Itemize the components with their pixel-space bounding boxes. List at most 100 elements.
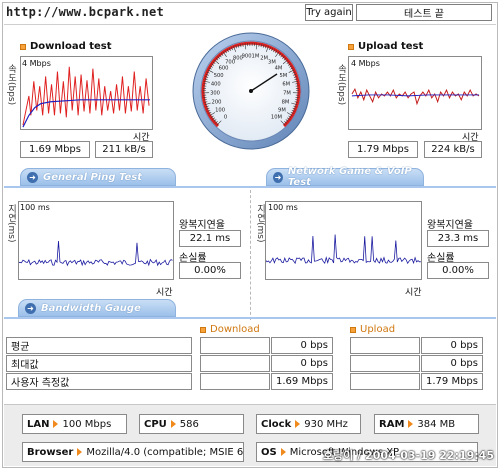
section-divider xyxy=(4,317,496,319)
site-url: http://www.bcpark.net xyxy=(6,5,165,19)
cpu-info: CPU 586 xyxy=(139,414,244,434)
ping-game-scale-label: 100 ms xyxy=(268,203,298,212)
gauge-scale-label: 9M xyxy=(278,107,286,113)
lan-value: 100 Mbps xyxy=(62,418,112,430)
cpu-label: CPU xyxy=(144,418,167,430)
ping-general-time-label: 시간 xyxy=(156,288,173,298)
download-title: Download test xyxy=(20,41,112,52)
arrow-right-icon: ➜ xyxy=(27,171,38,183)
browser-info: Browser Mozilla/4.0 (compatible; MSIE 6.0 xyxy=(22,442,244,462)
gauge-scale-label: 500 xyxy=(214,73,224,79)
table-row-download: 0 bps xyxy=(271,355,333,372)
upload-scale-label: 4 Mbps xyxy=(351,59,380,68)
download-y-axis-label: 속도(bps) xyxy=(6,64,16,106)
gauge-scale-label: 400 xyxy=(211,82,221,88)
ping-general-graph xyxy=(18,201,174,280)
gauge-scale-label: 5M xyxy=(279,73,287,79)
triangle-right-icon xyxy=(295,420,301,428)
download-title-text: Download test xyxy=(30,41,112,52)
end-test-button[interactable]: 테스트 끝 xyxy=(356,4,492,21)
table-spacer xyxy=(350,355,420,372)
triangle-right-icon xyxy=(77,448,83,456)
table-spacer xyxy=(200,337,270,354)
upload-speed-value: 1.79 Mbps xyxy=(348,141,418,158)
arrow-right-icon: ➜ xyxy=(25,302,36,314)
browser-label: Browser xyxy=(27,446,74,458)
cpu-value: 586 xyxy=(179,418,199,430)
ping-general-scale-label: 100 ms xyxy=(20,203,50,212)
tab-bandwidth-gauge-label: Bandwidth Gauge xyxy=(41,302,141,314)
gauge-scale-label: 900 xyxy=(242,53,252,59)
upload-header-bullet-icon xyxy=(350,326,356,333)
ping-game-loss-value: 0.00% xyxy=(427,262,489,279)
table-row-upload: 0 bps xyxy=(421,337,483,354)
upload-bullet-icon xyxy=(348,43,354,50)
download-speed-value: 1.69 Mbps xyxy=(20,141,90,158)
section-divider xyxy=(4,186,496,188)
ping-general-delay-value: 22.1 ms xyxy=(179,230,241,247)
upload-column-header-text: Upload xyxy=(360,324,396,335)
gauge-scale-label: 300 xyxy=(210,90,220,96)
table-spacer xyxy=(350,373,420,390)
upload-title-text: Upload test xyxy=(358,41,424,52)
header-divider xyxy=(4,24,496,25)
clock-info: Clock 930 MHz xyxy=(256,414,361,434)
table-row-label: 최대값 xyxy=(6,355,192,372)
ping-general-loss-value: 0.00% xyxy=(179,262,241,279)
table-spacer xyxy=(350,337,420,354)
table-row-upload: 0 bps xyxy=(421,355,483,372)
download-column-header: Download xyxy=(200,324,260,335)
ping-game-delay-value: 23.3 ms xyxy=(427,230,489,247)
speed-gauge: 0 100 200 300 400 500 600 700 800 900 1M 2M 3M 4M 5M 6M… xyxy=(191,31,311,151)
browser-value: Mozilla/4.0 (compatible; MSIE 6.0 xyxy=(86,446,244,458)
tab-bandwidth-gauge[interactable]: ➜ Bandwidth Gauge xyxy=(18,299,176,317)
gauge-scale-label: 200 xyxy=(212,99,222,105)
ping-general-delay-label: 왕복지연율 xyxy=(179,220,225,231)
upload-title: Upload test xyxy=(348,41,423,52)
gauge-scale-label: 100 xyxy=(215,107,225,113)
table-row-label: 평균 xyxy=(6,337,192,354)
ram-label: RAM xyxy=(379,418,405,430)
triangle-right-icon xyxy=(170,420,176,428)
ram-value: 384 MB xyxy=(417,418,456,430)
upload-column-header: Upload xyxy=(350,324,395,335)
ram-info: RAM 384 MB xyxy=(374,414,479,434)
table-spacer xyxy=(200,373,270,390)
download-header-bullet-icon xyxy=(200,326,206,333)
download-rate-value: 211 kB/s xyxy=(95,141,153,158)
table-spacer xyxy=(200,355,270,372)
ping-game-graph xyxy=(265,201,422,280)
download-scale-label: 4 Mbps xyxy=(22,59,51,68)
download-column-header-text: Download xyxy=(210,324,260,335)
tab-general-ping[interactable]: ➜ General Ping Test xyxy=(20,168,176,186)
tab-network-game-label: Network Game & VoIP Test xyxy=(287,166,412,188)
lan-label: LAN xyxy=(27,418,50,430)
table-row-label: 사용자 측정값 xyxy=(6,373,192,390)
gauge-scale-label: 7M xyxy=(283,90,291,96)
watermark: 호랑이 / 2004-03-19 22:19:45 xyxy=(323,449,494,462)
clock-value: 930 MHz xyxy=(304,418,348,430)
download-bullet-icon xyxy=(20,43,26,50)
tab-general-ping-label: General Ping Test xyxy=(43,171,143,183)
triangle-right-icon xyxy=(408,420,414,428)
triangle-right-icon xyxy=(280,448,286,456)
gauge-scale-label: 2M xyxy=(260,55,268,61)
tab-network-game[interactable]: ➜ Network Game & VoIP Test xyxy=(266,166,424,188)
gauge-scale-label: 0 xyxy=(224,114,227,120)
clock-label: Clock xyxy=(261,418,292,430)
upload-y-axis-label: 속도(bps) xyxy=(336,64,346,106)
gauge-scale-label: 8M xyxy=(282,99,290,105)
vertical-divider xyxy=(250,190,251,320)
gauge-scale-label: 4M xyxy=(275,66,283,72)
triangle-right-icon xyxy=(53,420,59,428)
table-row-upload: 1.79 Mbps xyxy=(421,373,483,390)
table-row-download: 0 bps xyxy=(271,337,333,354)
lan-info: LAN 100 Mbps xyxy=(22,414,127,434)
try-again-button[interactable]: Try again xyxy=(305,4,353,21)
ping-game-time-label: 시간 xyxy=(405,288,422,298)
gauge-scale-label: 10M xyxy=(271,114,282,120)
ping-game-delay-label: 왕복지연율 xyxy=(427,220,473,231)
os-label: OS xyxy=(261,446,277,458)
arrow-right-icon: ➜ xyxy=(273,171,283,183)
table-row-download: 1.69 Mbps xyxy=(271,373,333,390)
